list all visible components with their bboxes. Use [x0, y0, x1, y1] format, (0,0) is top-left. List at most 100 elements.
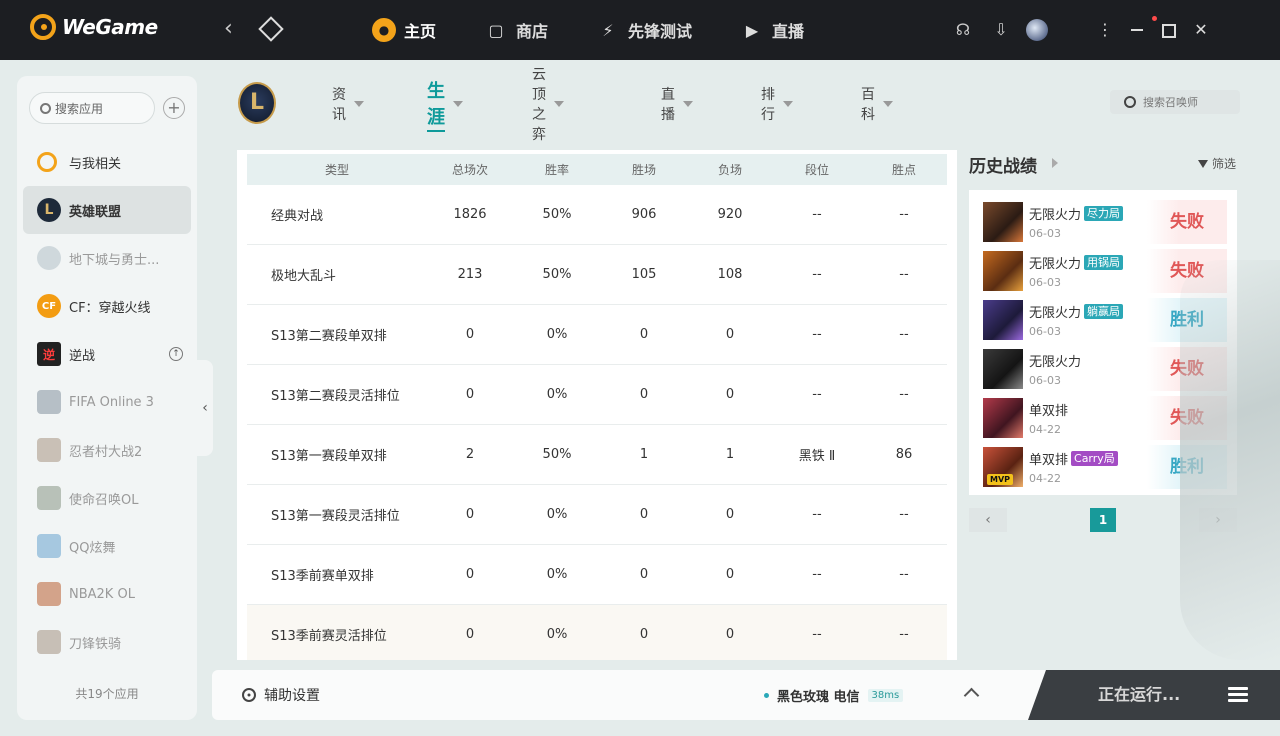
close-icon[interactable]: ✕ [1190, 18, 1212, 42]
tab-label: 排行 [761, 87, 775, 123]
sidebar-item-label: 使命召唤OL [69, 492, 139, 508]
cell-wins: 0 [639, 567, 649, 582]
cell-wins: 1 [639, 447, 649, 462]
wegame-logo[interactable]: WeGame [30, 14, 158, 40]
cell-losses: 0 [725, 387, 735, 402]
header-total: 总场次 [451, 163, 488, 177]
pager-page-1[interactable]: 1 [1090, 508, 1116, 532]
nav-home-label: 主页 [404, 22, 437, 41]
add-app-button[interactable]: + [163, 97, 185, 119]
header-type: 类型 [324, 163, 349, 177]
sidebar-item-lol[interactable]: L 英雄联盟 [23, 186, 191, 234]
cell-losses: 0 [725, 327, 735, 342]
hamburger-menu-icon[interactable] [1228, 687, 1248, 703]
server-selector[interactable]: 黑色玫瑰 电信 38ms [764, 670, 904, 720]
sidebar-item-dnf[interactable]: 地下城与勇士... [23, 234, 191, 282]
tab-live[interactable]: 直播 [661, 84, 693, 124]
cell-winrate: 0% [546, 627, 568, 642]
chevron-up-icon[interactable] [963, 687, 980, 704]
user-avatar[interactable] [1026, 19, 1048, 41]
match-date: 04-22 [1029, 423, 1061, 436]
update-arrow-icon[interactable]: ↑ [169, 347, 183, 361]
test-controller-icon: ⚡ [602, 20, 614, 40]
cell-type: S13第二赛段灵活排位 [271, 389, 400, 404]
cell-total: 0 [465, 387, 475, 402]
gear-icon [242, 688, 256, 702]
assist-settings-button[interactable]: 辅助设置 [242, 670, 320, 720]
sidebar-item-sword[interactable]: 刀锋铁骑 [23, 618, 191, 666]
cell-winrate: 0% [546, 567, 568, 582]
champion-avatar [983, 202, 1023, 242]
sidebar-item-label: 地下城与勇士... [69, 252, 160, 268]
sidebar-collapse-button[interactable]: ‹ [197, 360, 213, 456]
sidebar-item-related[interactable]: 与我相关 [23, 138, 191, 186]
cell-type: S13季前赛单双排 [271, 569, 374, 584]
tab-tft[interactable]: 云顶之弈 [532, 64, 564, 144]
tab-label: 生涯 [427, 77, 445, 132]
nav-store[interactable]: ▢ 商店 [484, 18, 548, 42]
cell-losses: 0 [725, 567, 735, 582]
nav-test[interactable]: ⚡ 先锋测试 [596, 18, 692, 42]
history-title[interactable]: 历史战绩 [969, 152, 1037, 177]
back-arrow-icon[interactable]: ‹ [224, 16, 233, 41]
table-row: 经典对战 1826 50% 906 920 -- -- [247, 185, 947, 245]
header-lp: 胜点 [891, 163, 916, 177]
tab-wiki[interactable]: 百科 [861, 84, 893, 124]
header-losses: 负场 [717, 163, 742, 177]
match-item[interactable]: 无限火力 尽力局 06-03 失败 [979, 200, 1227, 244]
cell-wins: 105 [631, 267, 657, 282]
menu-dots-icon[interactable]: ⋮ [1094, 18, 1116, 42]
sidebar-item-label: 刀锋铁骑 [69, 636, 122, 652]
cf-icon: CF [37, 294, 61, 318]
download-icon[interactable]: ⇩ [988, 18, 1014, 42]
champion-avatar: MVP [983, 447, 1023, 487]
chevron-down-icon [783, 101, 793, 107]
fifa-icon [37, 390, 61, 414]
sword-icon [37, 630, 61, 654]
cell-tier: -- [812, 207, 822, 222]
tab-rank[interactable]: 排行 [761, 84, 793, 124]
sidebar-item-nba[interactable]: NBA2K OL [23, 570, 191, 618]
table-row: S13第一赛段单双排 2 50% 1 1 黑铁 Ⅱ 86 [247, 425, 947, 485]
maximize-icon[interactable] [1158, 18, 1180, 42]
summoner-search-input[interactable]: 搜索召唤师 [1110, 90, 1240, 114]
minimize-icon[interactable] [1126, 18, 1148, 42]
app-search-input[interactable]: 搜索应用 [29, 92, 155, 124]
running-button[interactable]: 正在运行... [1028, 670, 1280, 720]
pager-prev-button[interactable]: ‹ [969, 508, 1007, 532]
cell-total: 0 [465, 327, 475, 342]
sidebar-item-label: 逆战 [69, 348, 96, 364]
nav-home[interactable]: ● 主页 [372, 18, 436, 42]
sidebar-item-label: QQ炫舞 [69, 540, 116, 556]
sidebar-item-ninja[interactable]: 忍者村大战2 [23, 426, 191, 474]
cell-winrate: 0% [546, 327, 568, 342]
cell-lp: -- [899, 207, 909, 222]
cell-winrate: 0% [546, 507, 568, 522]
sidebar-item-cod[interactable]: 使命召唤OL [23, 474, 191, 522]
tab-career[interactable]: 生涯 [427, 77, 463, 132]
cell-total: 2 [465, 447, 475, 462]
match-tag: 用锅局 [1084, 255, 1124, 270]
forward-diamond-icon[interactable] [258, 16, 284, 42]
sidebar-item-nizhan[interactable]: 逆 逆战 ↑ [23, 330, 191, 378]
champion-avatar [983, 251, 1023, 291]
nav-live[interactable]: ▶ 直播 [740, 18, 804, 42]
chevron-down-icon [453, 101, 463, 107]
cell-tier: -- [812, 507, 822, 522]
nav-store-label: 商店 [516, 22, 549, 41]
sidebar-item-cf[interactable]: CF CF：穿越火线 [23, 282, 191, 330]
cell-lp: -- [899, 327, 909, 342]
cell-losses: 108 [717, 267, 743, 282]
chevron-right-icon[interactable] [1052, 158, 1058, 168]
tab-news[interactable]: 资讯 [332, 84, 364, 124]
ping-badge: 38ms [867, 688, 904, 702]
sidebar-item-fifa[interactable]: FIFA Online 3 [23, 378, 191, 426]
sidebar-item-qqdance[interactable]: QQ炫舞 [23, 522, 191, 570]
nizhan-icon: 逆 [37, 342, 61, 366]
match-date: 06-03 [1029, 374, 1061, 387]
match-mode-label: 无限火力 [1029, 257, 1082, 272]
ghost-icon[interactable]: ☊ [950, 18, 976, 42]
table-row: 极地大乱斗 213 50% 105 108 -- -- [247, 245, 947, 305]
filter-button[interactable]: 筛选 [1198, 155, 1236, 172]
cell-wins: 0 [639, 387, 649, 402]
